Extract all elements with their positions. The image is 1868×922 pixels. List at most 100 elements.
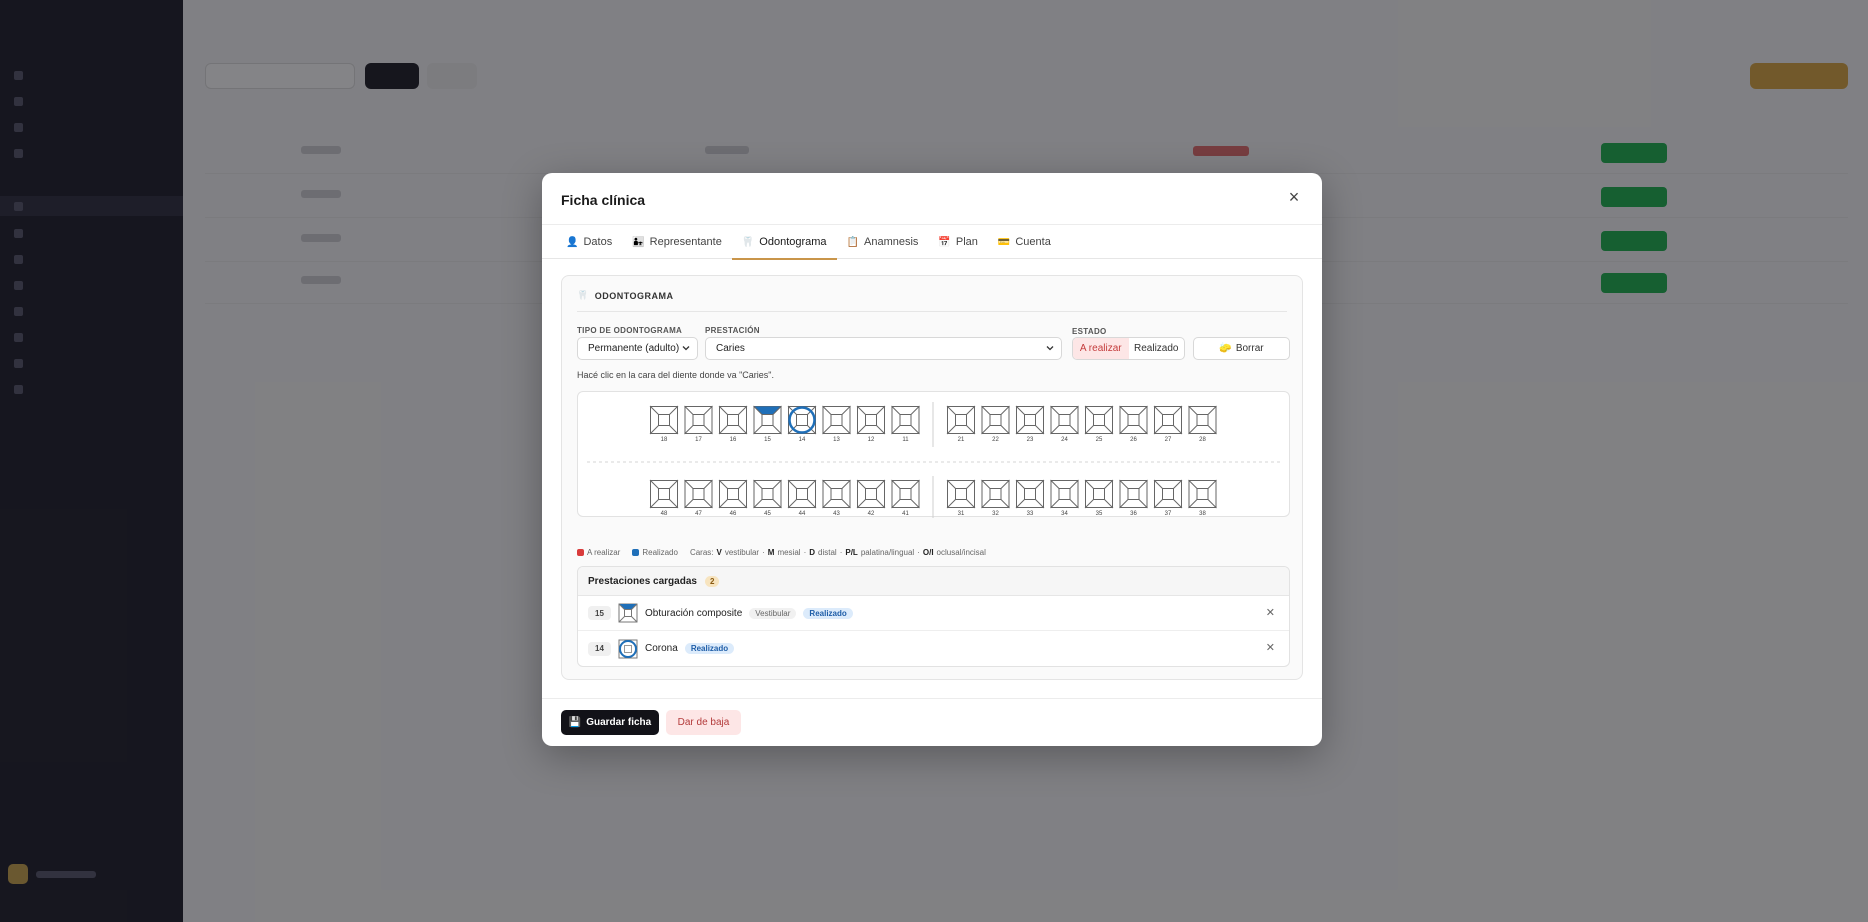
tooth-number-label: 32 (992, 511, 999, 517)
legend: A realizar Realizado Caras: Vvestibular ·… (577, 548, 986, 557)
tooth-35[interactable] (1084, 479, 1114, 509)
tab-anamnesis[interactable]: 📋 Anamnesis (837, 225, 929, 259)
tooth-16[interactable] (718, 405, 748, 435)
tooth-37[interactable] (1153, 479, 1183, 509)
tooth-32[interactable] (981, 479, 1010, 509)
tooth-46[interactable] (718, 479, 748, 509)
tooth-number-label: 37 (1164, 511, 1172, 517)
family-icon: 👨‍👧 (632, 236, 645, 248)
tab-cuenta[interactable]: 💳 Cuenta (988, 225, 1061, 259)
estado-label: ESTADO (1072, 327, 1107, 336)
tooth-number-label: 11 (902, 437, 909, 443)
tooth-25[interactable] (1084, 405, 1114, 435)
tipo-label: TIPO DE ODONTOGRAMA (577, 326, 683, 335)
tooth-26[interactable] (1119, 405, 1148, 435)
status-badge: Realizado (803, 607, 853, 619)
tab-representante[interactable]: 👨‍👧 Representante (622, 225, 732, 259)
tooth-number-label: 47 (695, 511, 702, 517)
list-item: 15 Obturación composite Vestibular Reali… (578, 596, 1289, 631)
eraser-icon: 🧽 (1219, 343, 1232, 354)
odontogram-svg (587, 402, 1282, 518)
prestacion-select[interactable]: Caries (705, 337, 1062, 360)
tooth-number-label: 44 (798, 511, 806, 517)
odontogram-card: 🦷 ODONTOGRAMA TIPO DE ODONTOGRAMA Permane… (561, 275, 1303, 680)
tooth-41[interactable] (891, 479, 920, 509)
tooth-number-label: 45 (764, 511, 771, 517)
tooth-number-label: 42 (867, 511, 875, 517)
tooth-number-label: 25 (1095, 437, 1103, 443)
tooth-number: 15 (588, 606, 611, 620)
tooth-27[interactable] (1153, 405, 1183, 435)
tab-odontograma[interactable]: 🦷 Odontograma (731, 225, 837, 260)
tooth-42[interactable] (856, 479, 886, 509)
tooth-number-label: 36 (1130, 511, 1137, 517)
tooth-36[interactable] (1119, 479, 1148, 509)
prestaciones-list: Prestaciones cargadas 2 15 Obturación co… (577, 566, 1290, 667)
calendar-icon: 📅 (938, 236, 951, 248)
tooth-43[interactable] (822, 479, 851, 509)
modal-footer: 💾 Guardar ficha Dar de baja (542, 698, 1322, 746)
tooth-number-label: 27 (1164, 437, 1172, 443)
tooth-18[interactable] (649, 405, 679, 435)
tooth-12[interactable] (856, 405, 886, 435)
estado-a-realizar-option[interactable]: A realizar (1073, 338, 1129, 359)
delete-icon[interactable]: ✕ (1266, 641, 1275, 654)
tooth-number-label: 35 (1095, 511, 1103, 517)
odontogram-chart: 18 17 16 15 14 13 12 11 21 22 23 24 25 26 27 28 48 47 46 45… (577, 391, 1290, 518)
face-tag: Vestibular (749, 607, 797, 619)
tab-datos[interactable]: 👤 Datos (556, 225, 622, 259)
chevron-down-icon (1046, 346, 1054, 351)
tooth-number-label: 38 (1199, 511, 1206, 517)
tooth-number-label: 41 (902, 511, 909, 517)
tooth-33[interactable] (1015, 479, 1045, 509)
tooth-34[interactable] (1050, 479, 1079, 509)
tooth-21[interactable] (946, 405, 976, 435)
save-button[interactable]: 💾 Guardar ficha (561, 710, 659, 735)
tooth-number: 14 (588, 641, 611, 656)
estado-toggle: A realizar Realizado (1072, 337, 1185, 360)
deactivate-button[interactable]: Dar de baja (666, 710, 741, 735)
person-icon: 👤 (566, 236, 579, 248)
tooth-number-label: 26 (1130, 437, 1137, 443)
credit-card-icon: 💳 (997, 236, 1011, 248)
close-icon[interactable]: × (1284, 187, 1304, 207)
tooth-number-label: 48 (660, 511, 668, 517)
tooth-48[interactable] (649, 479, 679, 509)
tooth-11[interactable] (891, 405, 920, 435)
tooth-number-label: 18 (660, 437, 668, 443)
legend-a-realizar-swatch (577, 549, 584, 556)
tooth-14[interactable] (787, 405, 817, 435)
tooth-number-label: 15 (764, 437, 771, 443)
tooth-31[interactable] (946, 479, 976, 509)
tooth-number-label: 23 (1026, 437, 1034, 443)
tooth-number-label: 12 (867, 437, 875, 443)
tab-plan[interactable]: 📅 Plan (928, 225, 987, 259)
modal-header: Ficha clínica × (542, 173, 1322, 225)
borrar-button[interactable]: 🧽 Borrar (1193, 337, 1290, 360)
legend-realizado-swatch (632, 549, 640, 556)
tooth-44[interactable] (787, 479, 817, 509)
prestacion-label: PRESTACIÓN (705, 326, 760, 335)
tooth-17[interactable] (684, 405, 713, 435)
tooth-24[interactable] (1050, 405, 1079, 435)
tooth-45[interactable] (753, 479, 782, 509)
tooth-number-label: 34 (1061, 511, 1068, 517)
estado-realizado-option[interactable]: Realizado (1129, 338, 1185, 359)
clinical-record-modal: Ficha clínica × 👤 Datos 👨‍👧 Representante … (542, 173, 1322, 746)
tab-bar: 👤 Datos 👨‍👧 Representante 🦷 Odontograma 📋 An… (542, 225, 1322, 260)
tooth-number-label: 31 (957, 511, 965, 517)
tooth-13[interactable] (822, 405, 851, 435)
tooth-23[interactable] (1015, 405, 1045, 435)
tooth-38[interactable] (1188, 479, 1217, 509)
tooth-number-label: 17 (695, 437, 702, 443)
tooth-22[interactable] (981, 405, 1010, 435)
tooth-number-label: 16 (729, 437, 737, 443)
tooth-icon: 🦷 (741, 236, 755, 248)
delete-icon[interactable]: ✕ (1266, 606, 1275, 619)
tooth-28[interactable] (1188, 405, 1217, 435)
crown-tooth-icon (618, 639, 638, 658)
tooth-number-label: 33 (1026, 511, 1034, 517)
tipo-odontograma-select[interactable]: Permanente (adulto) (577, 337, 698, 360)
tooth-47[interactable] (684, 479, 713, 509)
tooth-15[interactable] (753, 405, 782, 435)
